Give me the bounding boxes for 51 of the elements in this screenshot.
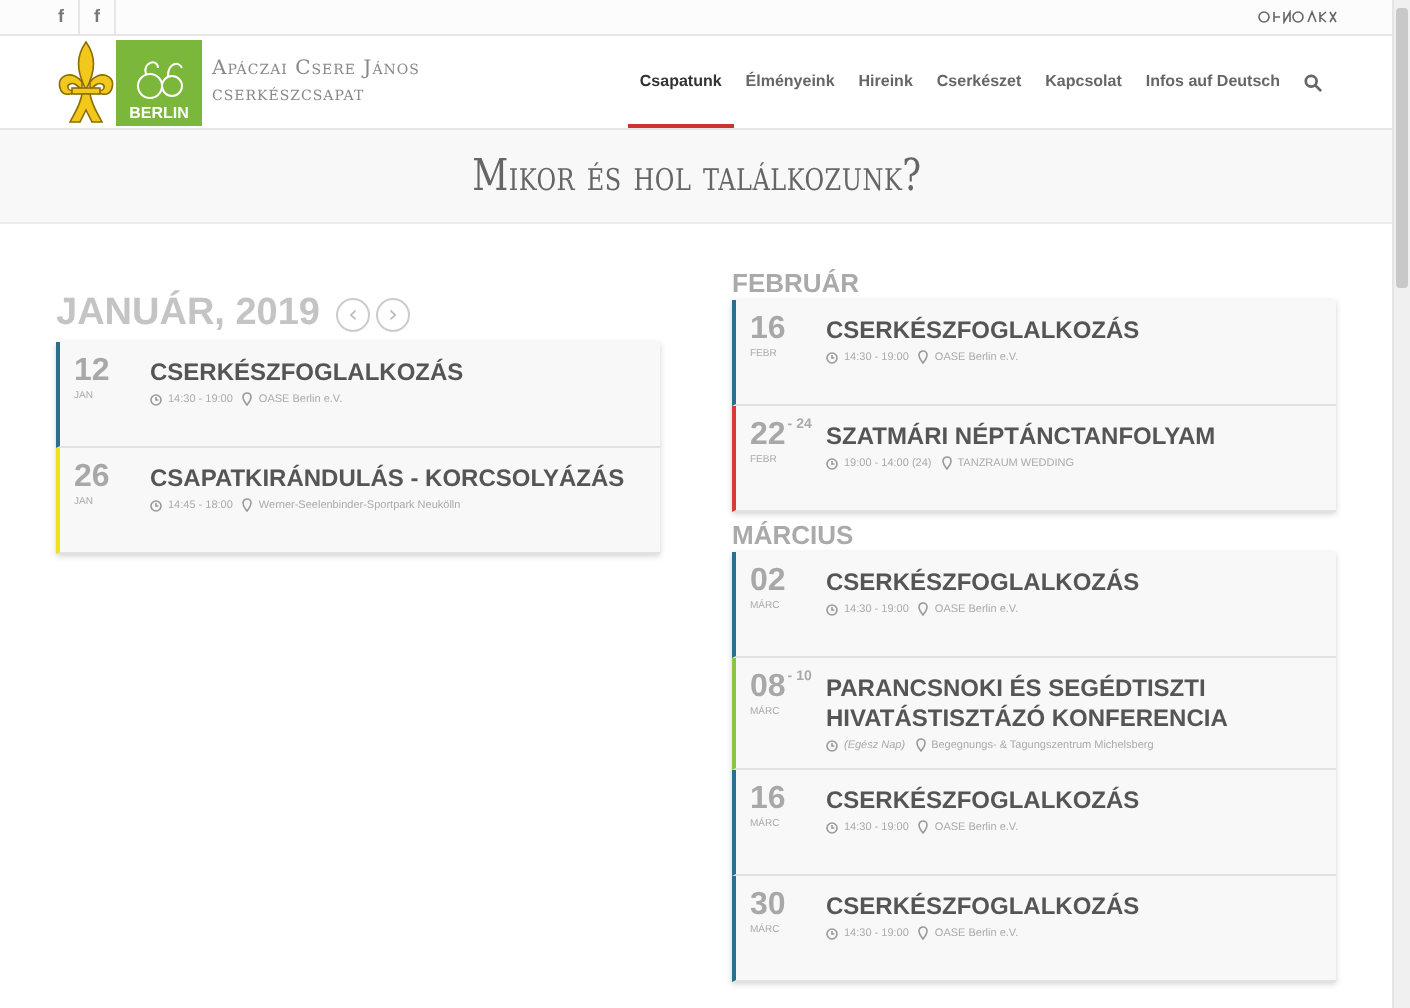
nav-link[interactable]: Élményeink bbox=[733, 36, 847, 128]
event-title[interactable]: CSERKÉSZFOGLALKOZÁS bbox=[826, 892, 1140, 922]
month-heading: FEBRUÁR bbox=[732, 266, 862, 300]
scrollbar[interactable] bbox=[1392, 0, 1410, 1008]
nav-link[interactable]: Cserkészet bbox=[924, 36, 1034, 128]
fleur-de-lis-icon bbox=[56, 38, 116, 126]
facebook-link[interactable]: f bbox=[44, 0, 80, 34]
event-title[interactable]: CSAPATKIRÁNDULÁS - KORCSOLYÁZÁS bbox=[150, 464, 625, 494]
location-pin-icon bbox=[242, 498, 253, 512]
location-pin-icon bbox=[918, 926, 929, 940]
clock-icon bbox=[826, 927, 838, 939]
event-day: 12 bbox=[74, 354, 110, 390]
location-pin-icon bbox=[915, 738, 926, 752]
logo-badge-text: BERLIN bbox=[129, 103, 189, 125]
event-day: 30 bbox=[750, 888, 786, 924]
event-day: 16 bbox=[750, 312, 786, 348]
scrollbar-thumb[interactable] bbox=[1396, 8, 1408, 288]
event-title[interactable]: CSERKÉSZFOGLALKOZÁS bbox=[150, 358, 464, 388]
clock-icon bbox=[150, 499, 162, 511]
location-pin-icon bbox=[918, 350, 929, 364]
calendar-month-title: JANUÁR, 2019 bbox=[56, 292, 320, 336]
runic-script-drawing bbox=[1258, 10, 1338, 24]
logo-name: Apáczai Csere János bbox=[212, 56, 420, 82]
nav-link[interactable]: Hireink bbox=[846, 36, 925, 128]
event-day: 16 bbox=[750, 782, 786, 818]
nav-link[interactable]: Infos auf Deutsch bbox=[1133, 36, 1292, 128]
event-title[interactable]: CSERKÉSZFOGLALKOZÁS bbox=[826, 786, 1140, 816]
event-day: 26 bbox=[74, 460, 110, 496]
clock-icon bbox=[826, 821, 838, 833]
event-title[interactable]: CSERKÉSZFOGLALKOZÁS bbox=[826, 316, 1140, 346]
event-title[interactable]: CSERKÉSZFOGLALKOZÁS bbox=[826, 568, 1140, 598]
facebook-link[interactable]: f bbox=[80, 0, 116, 34]
clock-icon bbox=[826, 351, 838, 363]
location-pin-icon bbox=[242, 392, 253, 406]
event-title[interactable]: SZATMÁRI NÉPTÁNCTANFOLYAM bbox=[826, 422, 1216, 452]
location-pin-icon bbox=[941, 456, 952, 470]
month-heading: MÁRCIUS bbox=[732, 518, 856, 552]
clock-icon bbox=[150, 393, 162, 405]
page-title: Mikor és hol találkozunk? bbox=[472, 151, 922, 201]
location-pin-icon bbox=[918, 602, 929, 616]
event-day: 08 bbox=[750, 670, 786, 706]
clock-icon bbox=[826, 739, 838, 751]
event-day: 02 bbox=[750, 564, 786, 600]
clock-icon bbox=[826, 603, 838, 615]
location-pin-icon bbox=[918, 820, 929, 834]
search-icon[interactable] bbox=[1304, 73, 1322, 91]
event-day: 22 bbox=[750, 418, 786, 454]
clock-icon bbox=[826, 457, 838, 469]
logo-name: cserkészcsapat bbox=[212, 82, 367, 108]
event-title[interactable]: PARANCSNOKI ÉS SEGÉDTISZTI HIVATÁSTISZTÁZÓ KONFERENCIA bbox=[826, 674, 1320, 734]
nav-link[interactable]: Kapcsolat bbox=[1033, 36, 1134, 128]
